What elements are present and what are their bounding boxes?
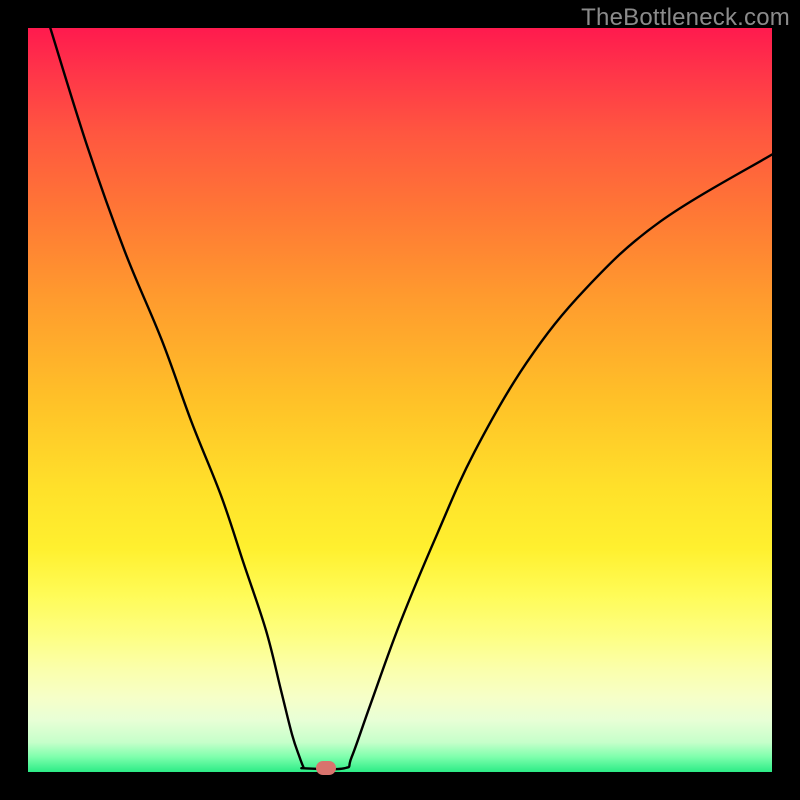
plot-area bbox=[28, 28, 772, 772]
chart-frame: TheBottleneck.com bbox=[0, 0, 800, 800]
bottleneck-curve bbox=[28, 28, 772, 772]
optimal-point-marker bbox=[316, 761, 336, 775]
